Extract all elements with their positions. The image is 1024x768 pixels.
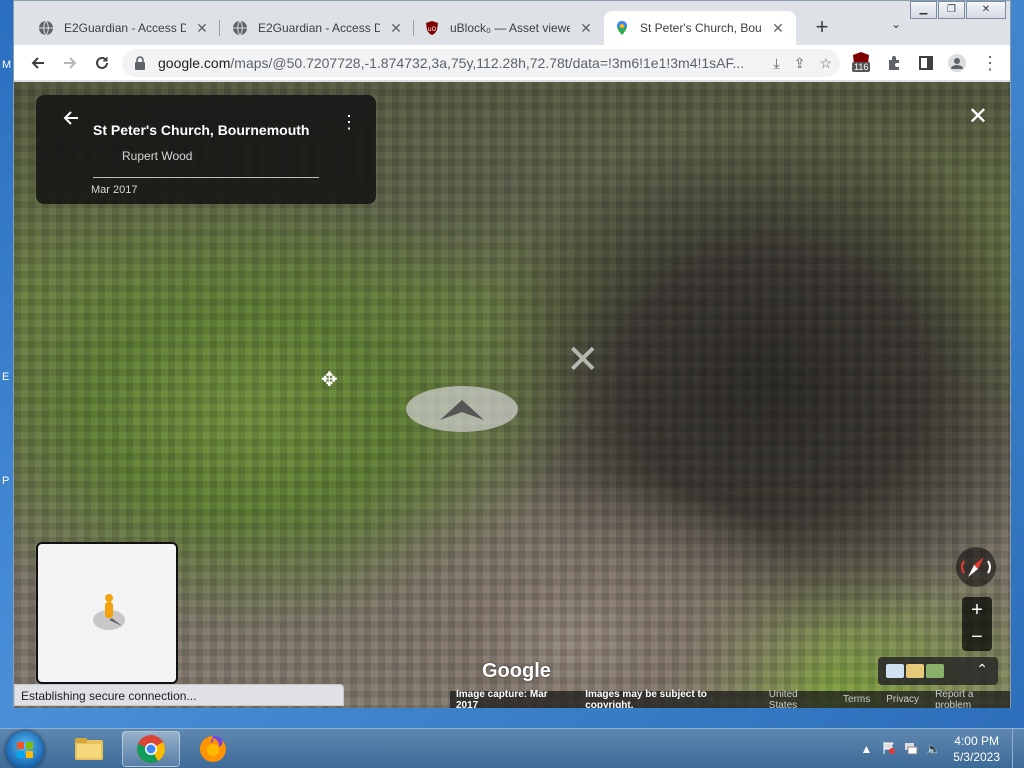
layer-satellite-thumb[interactable]	[906, 664, 924, 678]
globe-icon	[38, 20, 54, 36]
browser-window: E2Guardian - Access Denied ✕ E2Guardian …	[13, 0, 1011, 708]
folder-icon	[75, 738, 103, 760]
desktop-edge-label-3: P	[2, 475, 10, 487]
firefox-icon	[200, 736, 226, 762]
close-tab-icon[interactable]: ✕	[770, 20, 786, 36]
place-title[interactable]: St Peter's Church, Bournemouth	[93, 122, 309, 138]
street-view-panorama[interactable]: ✕ ✥ St Peter's Church, Bournemouth ⋮ Rup…	[14, 82, 1010, 708]
layer-terrain-thumb[interactable]	[926, 664, 944, 678]
tab-e2guardian-2[interactable]: E2Guardian - Access Denied ✕	[222, 11, 414, 45]
show-hidden-icons-icon[interactable]: ▲	[860, 742, 872, 756]
tab-title: St Peter's Church, Bournemouth	[640, 21, 762, 35]
photo-author[interactable]: Rupert Wood	[122, 149, 192, 163]
clock[interactable]: 4:00 PM 5/3/2023	[953, 733, 1000, 765]
terms-link[interactable]: Terms	[843, 694, 870, 705]
close-tab-icon[interactable]: ✕	[578, 20, 594, 36]
tab-search-chevron-icon[interactable]: ⌄	[886, 17, 906, 37]
layers-control[interactable]: ⌃	[878, 657, 998, 685]
zoom-in-button[interactable]: +	[962, 597, 992, 624]
move-cursor-icon: ✥	[321, 369, 338, 391]
pegman-icon	[92, 590, 128, 635]
capture-date[interactable]: Mar 2017	[91, 184, 137, 196]
side-panel-icon[interactable]	[914, 51, 938, 75]
google-logo: Google	[482, 660, 551, 682]
region-link[interactable]: United States	[769, 689, 827, 709]
start-button[interactable]	[6, 731, 44, 768]
browser-status-bar: Establishing secure connection...	[14, 684, 344, 706]
tab-title: E2Guardian - Access Denied	[258, 21, 380, 35]
close-window-button[interactable]: ✕	[966, 1, 1006, 19]
map-footer: Image capture: Mar 2017 Images may be su…	[450, 688, 1010, 709]
desktop-edge-label-1: M	[2, 59, 12, 71]
zoom-controls: + −	[962, 597, 992, 651]
close-tab-icon[interactable]: ✕	[388, 20, 404, 36]
desktop-edge-label-2: E	[2, 371, 10, 383]
svg-text:uO: uO	[428, 26, 437, 33]
taskbar-file-explorer[interactable]	[60, 731, 118, 767]
zoom-out-button[interactable]: −	[962, 624, 992, 651]
minimize-button[interactable]: ▁	[910, 1, 937, 19]
back-arrow-icon[interactable]	[26, 51, 50, 75]
more-options-icon[interactable]: ⋮	[340, 113, 358, 131]
reload-icon[interactable]	[90, 51, 114, 75]
clock-time: 4:00 PM	[954, 734, 999, 748]
globe-icon	[232, 20, 248, 36]
show-desktop-button[interactable]	[1012, 729, 1024, 768]
maximize-button[interactable]: ❐	[938, 1, 965, 19]
back-arrow-icon[interactable]	[62, 109, 80, 133]
close-street-view-icon[interactable]: ✕	[968, 102, 988, 131]
address-bar[interactable]: google.com/maps/@50.7207728,-1.874732,3a…	[122, 49, 840, 77]
google-maps-icon	[614, 20, 630, 36]
tab-e2guardian-1[interactable]: E2Guardian - Access Denied ✕	[28, 11, 220, 45]
profile-avatar-icon[interactable]	[945, 51, 969, 75]
volume-icon[interactable]: 🔈	[926, 742, 941, 756]
taskbar-chrome[interactable]	[122, 731, 180, 767]
tab-ublock[interactable]: uO uBlock₀ — Asset viewer ✕	[414, 11, 604, 45]
chrome-icon	[137, 735, 165, 763]
copyright-notice: Images may be subject to copyright.	[585, 688, 707, 709]
lock-icon[interactable]	[134, 56, 148, 70]
bookmark-star-icon[interactable]: ☆	[819, 55, 832, 72]
navigate-forward-arrow[interactable]	[406, 386, 518, 432]
chevron-up-icon[interactable]: ⌃	[976, 661, 988, 678]
url-path: /maps/@50.7207728,-1.874732,3a,75y,112.2…	[230, 55, 745, 71]
taskbar: ▲ 🔈 4:00 PM 5/3/2023	[0, 728, 1024, 768]
tab-strip: E2Guardian - Access Denied ✕ E2Guardian …	[14, 1, 1010, 45]
card-divider	[93, 177, 319, 178]
layer-map-thumb[interactable]	[886, 664, 904, 678]
windows-logo-icon	[17, 742, 33, 758]
kebab-menu-icon[interactable]: ⋮	[978, 51, 1002, 75]
extensions-puzzle-icon[interactable]	[882, 51, 906, 75]
window-controls: ▁ ❐ ✕	[909, 1, 1006, 19]
ublock-icon: uO	[424, 20, 440, 36]
privacy-link[interactable]: Privacy	[886, 694, 919, 705]
system-tray: ▲ 🔈 4:00 PM 5/3/2023	[860, 729, 1024, 768]
compass-icon[interactable]	[956, 547, 996, 587]
url-text: google.com/maps/@50.7207728,-1.874732,3a…	[158, 55, 748, 71]
ublock-badge: 116	[852, 62, 871, 72]
browser-toolbar: google.com/maps/@50.7207728,-1.874732,3a…	[14, 45, 1010, 81]
share-icon[interactable]: ⇪	[794, 55, 806, 72]
taskbar-firefox[interactable]	[184, 731, 242, 767]
new-tab-button[interactable]: +	[809, 15, 835, 41]
tab-st-peters-church[interactable]: St Peter's Church, Bournemouth ✕	[604, 11, 796, 45]
tab-title: E2Guardian - Access Denied	[64, 21, 186, 35]
action-center-flag-icon[interactable]	[882, 741, 896, 758]
forward-arrow-icon[interactable]	[58, 51, 82, 75]
report-problem-link[interactable]: Report a problem	[935, 689, 1010, 709]
clock-date: 5/3/2023	[953, 750, 1000, 764]
chevron-up-icon	[440, 400, 484, 420]
street-marker-x-icon: ✕	[566, 338, 600, 382]
close-tab-icon[interactable]: ✕	[194, 20, 210, 36]
ublock-extension-icon[interactable]: 116	[850, 51, 872, 73]
desktop-edge-labels: M E P	[0, 55, 13, 735]
image-capture-label: Image capture: Mar 2017	[456, 688, 548, 709]
network-icon[interactable]	[904, 741, 918, 758]
location-info-card: St Peter's Church, Bournemouth ⋮ Rupert …	[36, 95, 376, 204]
tab-title: uBlock₀ — Asset viewer	[450, 21, 570, 35]
url-host: google.com	[158, 55, 231, 71]
mini-map[interactable]	[36, 542, 178, 684]
install-icon[interactable]: ⤓	[774, 55, 780, 72]
